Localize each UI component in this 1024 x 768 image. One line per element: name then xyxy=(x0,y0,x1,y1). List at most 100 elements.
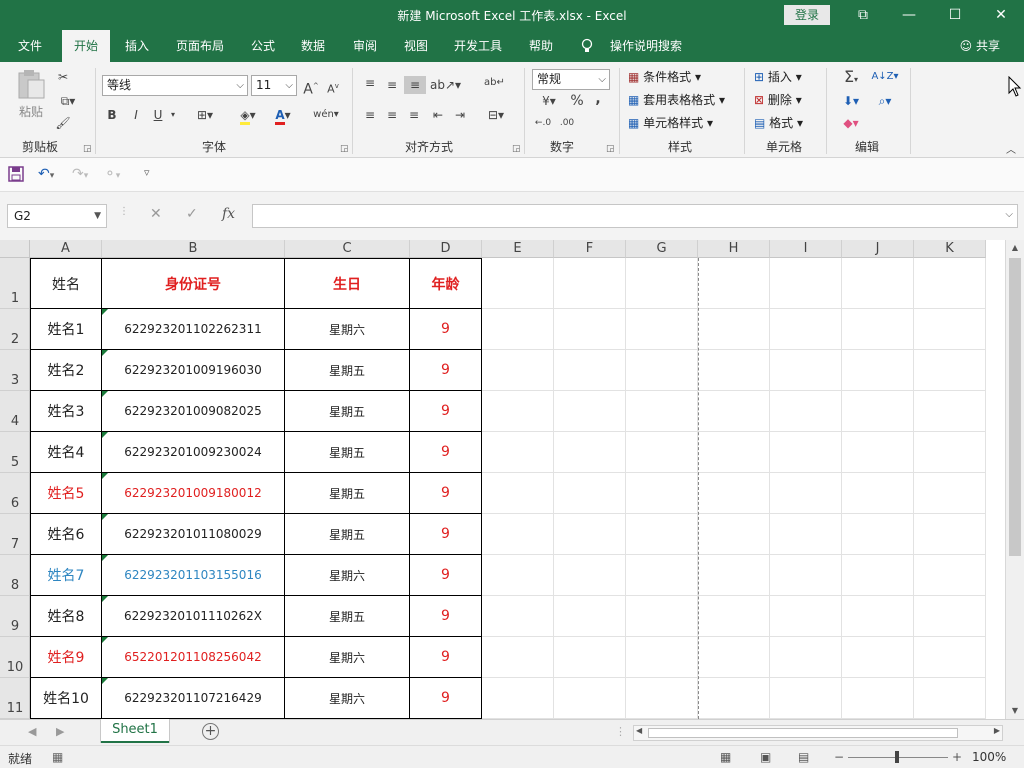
decrease-indent-icon[interactable]: ⇤ xyxy=(430,106,446,124)
format-cells-button[interactable]: ▤ 格式 ▾ xyxy=(754,114,803,132)
cell[interactable] xyxy=(626,309,698,350)
cell[interactable] xyxy=(914,350,986,391)
row-header[interactable]: 1 xyxy=(0,258,30,309)
cancel-icon[interactable]: ✕ xyxy=(150,206,162,222)
cell[interactable] xyxy=(554,555,626,596)
cell[interactable] xyxy=(482,596,554,637)
cell[interactable] xyxy=(770,309,842,350)
id-number-cell[interactable]: 622923201107216429 xyxy=(102,678,285,719)
cell[interactable] xyxy=(914,391,986,432)
redo-icon[interactable]: ↷▾ xyxy=(72,166,88,182)
scroll-thumb[interactable] xyxy=(648,728,958,738)
zoom-in-icon[interactable]: + xyxy=(952,750,962,764)
cell[interactable] xyxy=(770,514,842,555)
cell[interactable] xyxy=(914,473,986,514)
cell[interactable] xyxy=(770,258,842,309)
align-center-icon[interactable]: ≡ xyxy=(384,106,400,124)
align-left-icon[interactable]: ≡ xyxy=(362,106,378,124)
id-number-cell[interactable]: 622923201011080029 xyxy=(102,514,285,555)
id-number-cell[interactable]: 622923201009180012 xyxy=(102,473,285,514)
birthday-cell[interactable]: 星期五 xyxy=(285,432,410,473)
cell[interactable] xyxy=(698,391,770,432)
cell[interactable] xyxy=(626,391,698,432)
cell[interactable] xyxy=(842,391,914,432)
tab-home[interactable]: 开始 xyxy=(62,30,110,62)
zoom-out-icon[interactable]: − xyxy=(834,750,844,764)
tab-view[interactable]: 视图 xyxy=(395,30,437,62)
cell[interactable] xyxy=(914,309,986,350)
cell[interactable] xyxy=(698,514,770,555)
cell[interactable] xyxy=(482,637,554,678)
copy-icon[interactable]: ⧉▾ xyxy=(54,92,82,110)
column-header[interactable]: G xyxy=(626,240,698,258)
cell[interactable] xyxy=(914,596,986,637)
cell[interactable] xyxy=(698,473,770,514)
undo-icon[interactable]: ↶▾ xyxy=(38,166,54,182)
minimize-button[interactable]: — xyxy=(886,0,932,30)
format-as-table-button[interactable]: ▦ 套用表格格式 ▾ xyxy=(628,91,725,109)
add-sheet-icon[interactable]: + xyxy=(202,723,219,740)
cell[interactable] xyxy=(554,637,626,678)
horizontal-scrollbar[interactable]: ◀ ▶ xyxy=(633,725,1003,741)
sort-filter-icon[interactable]: A↓Z▾ xyxy=(870,68,900,86)
cell[interactable] xyxy=(842,678,914,719)
name-cell[interactable]: 姓名2 xyxy=(30,350,102,391)
id-number-cell[interactable]: 622923201009082025 xyxy=(102,391,285,432)
clear-icon[interactable]: ◆▾ xyxy=(836,114,866,132)
scroll-right-icon[interactable]: ▶ xyxy=(994,726,1000,735)
name-cell[interactable]: 姓名6 xyxy=(30,514,102,555)
age-cell[interactable]: 9 xyxy=(410,514,482,555)
id-number-cell[interactable]: 622923201102262311 xyxy=(102,309,285,350)
cell[interactable] xyxy=(482,350,554,391)
name-cell[interactable]: 姓名1 xyxy=(30,309,102,350)
birthday-cell[interactable]: 星期五 xyxy=(285,473,410,514)
row-header[interactable]: 3 xyxy=(0,350,30,391)
cell[interactable] xyxy=(842,555,914,596)
row-header[interactable]: 8 xyxy=(0,555,30,596)
cell[interactable] xyxy=(698,309,770,350)
touch-mode-icon[interactable]: ⚬▾ xyxy=(104,166,120,182)
bold-button[interactable]: B xyxy=(104,106,120,124)
cell[interactable] xyxy=(626,637,698,678)
cell[interactable] xyxy=(482,258,554,309)
cell[interactable] xyxy=(482,514,554,555)
birthday-cell[interactable]: 星期五 xyxy=(285,596,410,637)
table-header-cell[interactable]: 生日 xyxy=(285,258,410,309)
cell[interactable] xyxy=(770,637,842,678)
conditional-format-button[interactable]: ▦ 条件格式 ▾ xyxy=(628,68,701,86)
cell[interactable] xyxy=(482,391,554,432)
cut-icon[interactable]: ✂ xyxy=(54,68,72,86)
cell[interactable] xyxy=(770,473,842,514)
cell[interactable] xyxy=(842,596,914,637)
percent-button[interactable]: % xyxy=(568,92,586,110)
alignment-launcher-icon[interactable]: ◲ xyxy=(512,144,521,154)
tab-file[interactable]: 文件 xyxy=(8,30,52,62)
cell[interactable] xyxy=(842,432,914,473)
cell[interactable] xyxy=(626,555,698,596)
cell[interactable] xyxy=(914,555,986,596)
accounting-format-icon[interactable]: ¥▾ xyxy=(534,92,564,110)
cell[interactable] xyxy=(842,258,914,309)
column-header[interactable]: F xyxy=(554,240,626,258)
cell[interactable] xyxy=(698,596,770,637)
name-cell[interactable]: 姓名7 xyxy=(30,555,102,596)
customize-qat-icon[interactable]: ▿ xyxy=(144,166,150,179)
cell[interactable] xyxy=(770,350,842,391)
name-cell[interactable]: 姓名3 xyxy=(30,391,102,432)
row-header[interactable]: 7 xyxy=(0,514,30,555)
cell[interactable] xyxy=(770,596,842,637)
column-header[interactable]: B xyxy=(102,240,285,258)
maximize-button[interactable]: ☐ xyxy=(932,0,978,30)
border-icon[interactable]: ⊞▾ xyxy=(191,106,219,124)
cell[interactable] xyxy=(698,350,770,391)
font-size-select[interactable]: 11 ⌵ xyxy=(251,75,297,96)
column-header[interactable]: I xyxy=(770,240,842,258)
column-header[interactable]: D xyxy=(410,240,482,258)
age-cell[interactable]: 9 xyxy=(410,678,482,719)
row-header[interactable]: 9 xyxy=(0,596,30,637)
scroll-left-icon[interactable]: ◀ xyxy=(636,726,642,735)
phonetic-icon[interactable]: wén▾ xyxy=(311,106,341,124)
cell[interactable] xyxy=(770,432,842,473)
cell[interactable] xyxy=(554,432,626,473)
cell[interactable] xyxy=(770,391,842,432)
